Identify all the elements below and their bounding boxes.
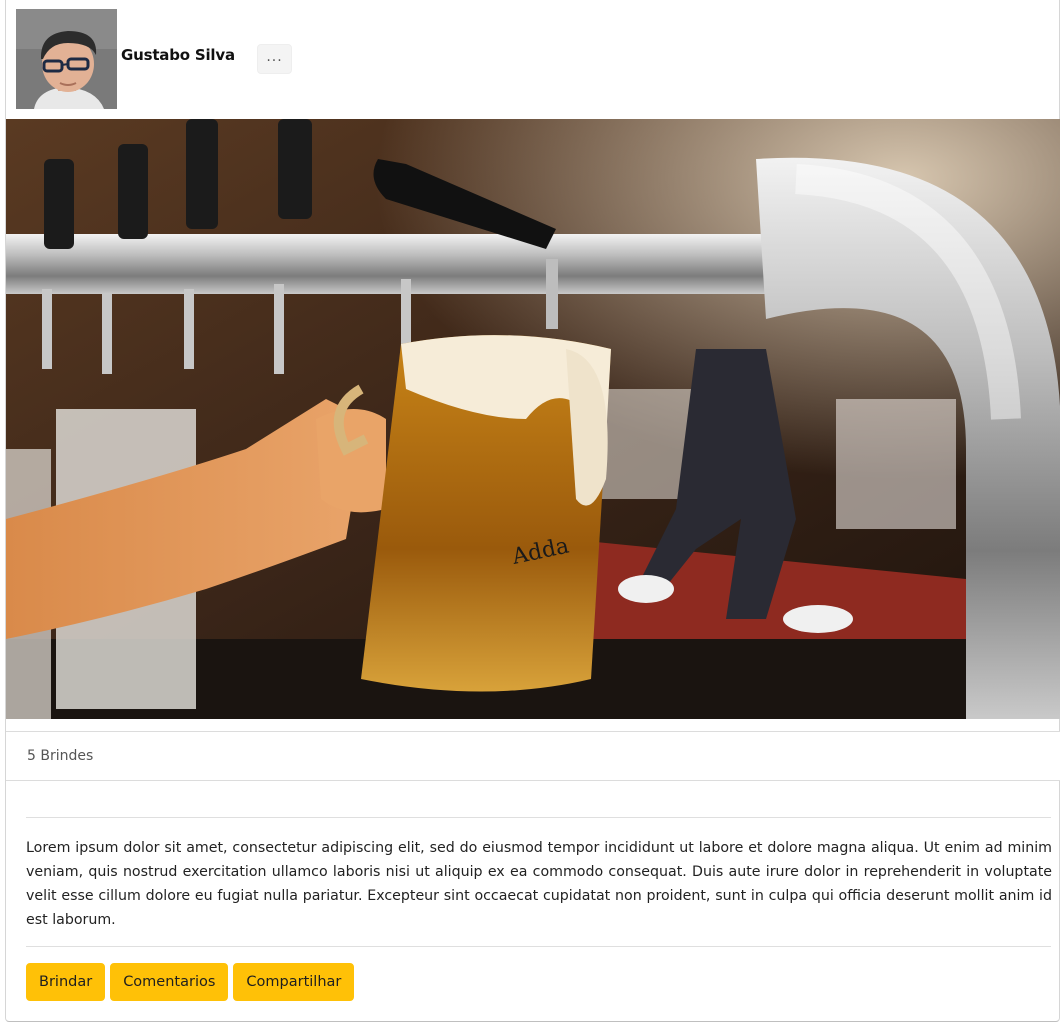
post-card: Gustabo Silva ... Adda 5 Brindes Lorem i…	[5, 0, 1060, 1022]
post-photo: Adda	[6, 119, 1060, 719]
post-header: Gustabo Silva ...	[6, 0, 1060, 119]
beer-tap-photo: Adda	[6, 119, 1060, 719]
author-name[interactable]: Gustabo Silva	[121, 46, 235, 64]
avatar[interactable]	[16, 9, 117, 109]
avatar-image	[16, 9, 117, 109]
comments-button[interactable]: Comentarios	[110, 963, 229, 1001]
toast-count-bar: 5 Brindes	[6, 731, 1060, 781]
toast-button[interactable]: Brindar	[26, 963, 106, 1001]
post-actions: Brindar Comentarios Compartilhar	[26, 963, 355, 1001]
divider-bottom	[26, 946, 1051, 947]
post-body: Lorem ipsum dolor sit amet, consectetur …	[26, 840, 1052, 928]
divider-top	[26, 817, 1051, 818]
toast-count[interactable]: 5 Brindes	[27, 748, 93, 764]
more-options-button[interactable]: ...	[257, 44, 292, 74]
share-button[interactable]: Compartilhar	[233, 963, 355, 1001]
